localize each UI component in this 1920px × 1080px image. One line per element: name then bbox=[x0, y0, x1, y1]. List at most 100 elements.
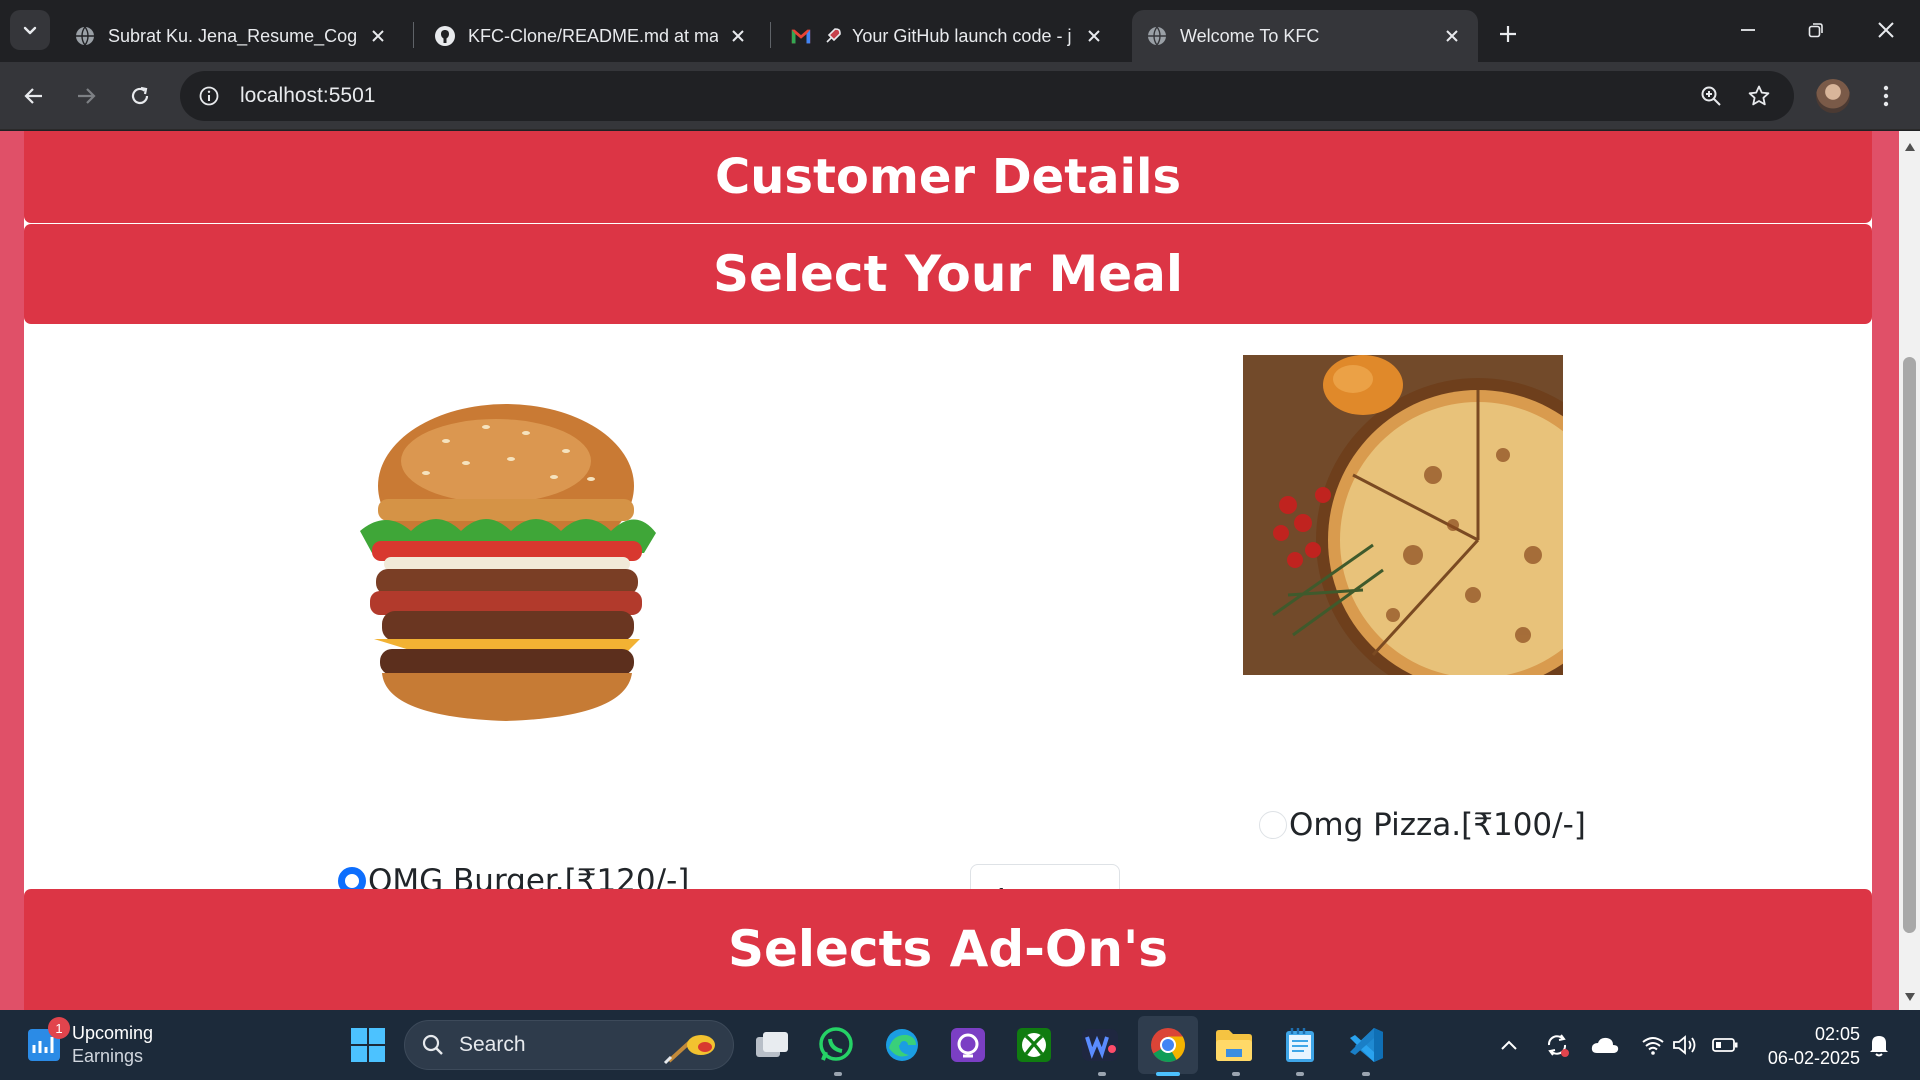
tab-divider bbox=[770, 22, 771, 48]
show-hidden-icons-button[interactable] bbox=[1494, 1030, 1524, 1060]
active-indicator bbox=[1156, 1072, 1180, 1076]
taskbar-search-box[interactable]: Search bbox=[404, 1020, 734, 1070]
chevron-up-icon bbox=[1501, 1040, 1517, 1050]
notifications-button[interactable] bbox=[1864, 1030, 1894, 1060]
xbox-icon bbox=[1017, 1028, 1051, 1062]
globe-icon bbox=[74, 25, 96, 47]
stock-chart-icon: 1 bbox=[28, 1017, 70, 1061]
address-bar[interactable]: localhost:5501 bbox=[180, 71, 1794, 121]
close-icon[interactable] bbox=[366, 24, 390, 48]
reload-icon bbox=[131, 86, 149, 105]
clock-time: 02:05 bbox=[1814, 1024, 1860, 1044]
widgets-button[interactable]: 1 Upcoming Earnings bbox=[28, 1017, 248, 1070]
customer-details-heading: Customer Details bbox=[24, 131, 1872, 223]
vscode-icon bbox=[1350, 1028, 1383, 1062]
tab-title: Welcome To KFC bbox=[1180, 25, 1320, 46]
running-indicator bbox=[1098, 1072, 1106, 1076]
task-view-button[interactable] bbox=[752, 1025, 792, 1065]
pizza-radio[interactable] bbox=[1259, 811, 1287, 839]
tab-gmail[interactable]: Your GitHub launch code - j bbox=[776, 10, 1120, 62]
purple-app-icon bbox=[951, 1028, 985, 1062]
bell-icon bbox=[1870, 1036, 1888, 1057]
new-tab-button[interactable] bbox=[1490, 16, 1526, 52]
search-icon bbox=[422, 1034, 443, 1055]
widget-subtitle: Earnings bbox=[72, 1046, 144, 1066]
globe-icon bbox=[1146, 25, 1168, 47]
search-label: Search bbox=[459, 1033, 526, 1056]
bookmark-button[interactable] bbox=[1742, 79, 1776, 113]
page-scrollbar[interactable] bbox=[1899, 131, 1920, 1010]
task-view-icon bbox=[756, 1032, 788, 1057]
order-form-container: Customer Details Select Your Meal OMG Bu… bbox=[24, 131, 1872, 1010]
select-meal-heading: Select Your Meal bbox=[24, 224, 1872, 324]
onedrive-tray-button[interactable] bbox=[1590, 1030, 1620, 1060]
xbox-button[interactable] bbox=[1014, 1025, 1054, 1065]
vscode-button[interactable] bbox=[1346, 1025, 1386, 1065]
scroll-up-icon[interactable] bbox=[1899, 137, 1920, 157]
running-indicator bbox=[834, 1072, 842, 1076]
notification-badge: 1 bbox=[48, 1017, 70, 1039]
running-indicator bbox=[1296, 1072, 1304, 1076]
forward-button[interactable] bbox=[66, 76, 106, 116]
notepad-icon bbox=[1286, 1028, 1314, 1062]
clock-date: 06-02-2025 bbox=[1767, 1048, 1860, 1068]
more-vert-icon bbox=[1883, 85, 1889, 107]
plus-icon bbox=[1500, 26, 1516, 42]
whatsapp-button[interactable] bbox=[816, 1025, 856, 1065]
arrow-left-icon bbox=[24, 88, 42, 104]
notepad-button[interactable] bbox=[1280, 1025, 1320, 1065]
tab-strip: Subrat Ku. Jena_Resume_Cog.pdf KFC-Clone… bbox=[0, 0, 1920, 62]
chrome-button[interactable] bbox=[1148, 1025, 1188, 1065]
minimize-button[interactable] bbox=[1720, 8, 1776, 52]
wifi-icon bbox=[1642, 1037, 1664, 1055]
url-text: localhost:5501 bbox=[240, 84, 376, 107]
close-icon[interactable] bbox=[726, 24, 750, 48]
app-launcher-button[interactable] bbox=[948, 1025, 988, 1065]
info-icon bbox=[199, 86, 219, 106]
profile-avatar[interactable] bbox=[1816, 79, 1850, 113]
tab-welcome-kfc[interactable]: Welcome To KFC bbox=[1132, 10, 1478, 62]
sync-icon bbox=[1547, 1034, 1569, 1057]
running-indicator bbox=[1362, 1072, 1370, 1076]
scroll-down-icon[interactable] bbox=[1899, 987, 1920, 1007]
wps-button[interactable] bbox=[1080, 1025, 1120, 1065]
tab-title: Subrat Ku. Jena_Resume_Cog.pdf bbox=[108, 25, 358, 46]
arrow-right-icon bbox=[78, 88, 96, 104]
github-icon bbox=[434, 25, 456, 47]
browser-menu-button[interactable] bbox=[1868, 76, 1904, 116]
minimize-icon bbox=[1741, 29, 1755, 31]
pizza-option[interactable]: Omg Pizza.[₹100/-] bbox=[1259, 807, 1586, 843]
battery-icon bbox=[1712, 1038, 1738, 1052]
system-clock[interactable]: 02:05 06-02-2025 bbox=[1752, 1022, 1860, 1070]
gmail-icon bbox=[790, 25, 812, 47]
tab-github-readme[interactable]: KFC-Clone/README.md at main bbox=[420, 10, 764, 62]
burger-image bbox=[360, 404, 656, 721]
restore-button[interactable] bbox=[1788, 8, 1844, 52]
reload-button[interactable] bbox=[120, 76, 160, 116]
chevron-down-icon bbox=[23, 26, 37, 35]
close-icon[interactable] bbox=[1440, 24, 1464, 48]
whatsapp-icon bbox=[819, 1027, 853, 1061]
battery-tray-button[interactable] bbox=[1710, 1030, 1740, 1060]
back-button[interactable] bbox=[14, 76, 54, 116]
volume-tray-button[interactable] bbox=[1670, 1030, 1700, 1060]
start-button[interactable] bbox=[348, 1025, 388, 1065]
tab-resume[interactable]: Subrat Ku. Jena_Resume_Cog.pdf bbox=[60, 10, 404, 62]
zoom-button[interactable] bbox=[1694, 79, 1728, 113]
close-icon bbox=[1878, 22, 1894, 38]
addons-heading: Selects Ad-On's bbox=[24, 889, 1872, 1010]
edge-button[interactable] bbox=[882, 1025, 922, 1065]
pizza-option-label: Omg Pizza.[₹100/-] bbox=[1289, 807, 1586, 843]
site-info-button[interactable] bbox=[192, 79, 226, 113]
scroll-thumb[interactable] bbox=[1903, 357, 1916, 933]
wifi-tray-button[interactable] bbox=[1638, 1030, 1668, 1060]
pizza-image bbox=[1243, 355, 1563, 675]
sync-tray-button[interactable] bbox=[1542, 1030, 1572, 1060]
running-indicator bbox=[1232, 1072, 1240, 1076]
tab-title: Your GitHub launch code - j bbox=[852, 25, 1072, 46]
close-window-button[interactable] bbox=[1858, 8, 1914, 52]
file-explorer-button[interactable] bbox=[1214, 1025, 1254, 1065]
tab-search-button[interactable] bbox=[10, 10, 50, 50]
restore-icon bbox=[1808, 23, 1823, 38]
close-icon[interactable] bbox=[1082, 24, 1106, 48]
